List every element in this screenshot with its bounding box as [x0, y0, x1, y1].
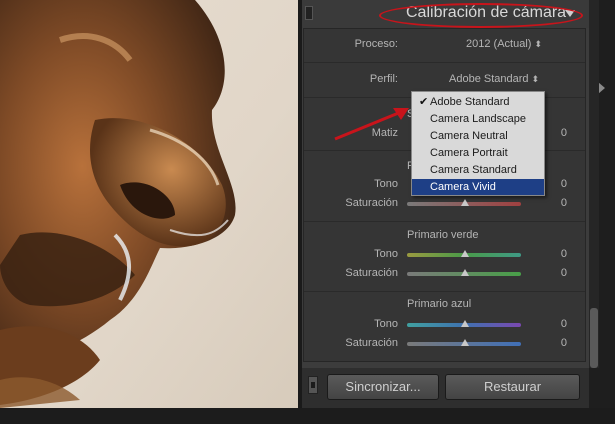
blue-sat-value: 0	[560, 337, 567, 349]
solo-toggle[interactable]	[305, 6, 313, 20]
red-sat-label: Saturación	[345, 197, 398, 209]
green-hue-thumb[interactable]	[461, 250, 469, 257]
divider	[304, 62, 585, 63]
blue-saturation-thumb[interactable]	[461, 339, 469, 346]
menu-item-camera-landscape[interactable]: Camera Landscape	[412, 111, 544, 127]
profile-select[interactable]: Adobe Standard ⬍	[449, 73, 539, 85]
updown-icon: ⬍	[534, 39, 543, 49]
menu-item-camera-neutral[interactable]: Camera Neutral	[412, 128, 544, 144]
menu-item-label: Camera Neutral	[430, 130, 508, 142]
profile-label: Perfil:	[369, 73, 398, 85]
profile-dropdown-menu[interactable]: ✔ Adobe Standard Camera Landscape Camera…	[411, 91, 545, 196]
green-sat-label: Saturación	[345, 267, 398, 279]
blue-primary-title: Primario azul	[407, 298, 472, 310]
photo-preview	[0, 0, 298, 408]
process-select[interactable]: 2012 (Actual) ⬍	[466, 38, 542, 50]
red-hue-label: Tono	[374, 178, 398, 190]
divider	[304, 221, 585, 222]
checkmark-icon: ✔	[419, 96, 429, 108]
menu-item-label: Adobe Standard	[430, 96, 510, 108]
green-sat-value: 0	[560, 267, 567, 279]
profile-value: Adobe Standard	[449, 73, 529, 85]
reset-button[interactable]: Restaurar	[445, 374, 580, 400]
annotation-oval	[379, 3, 583, 28]
green-saturation-thumb[interactable]	[461, 269, 469, 276]
blue-hue-value: 0	[560, 318, 567, 330]
blue-hue-thumb[interactable]	[461, 320, 469, 327]
sync-button[interactable]: Sincronizar...	[327, 374, 439, 400]
red-saturation-thumb[interactable]	[461, 199, 469, 206]
menu-item-label: Camera Landscape	[430, 113, 527, 125]
annotation-arrow-icon	[334, 108, 409, 141]
divider	[304, 291, 585, 292]
menu-item-label: Camera Portrait	[430, 147, 508, 159]
menu-item-camera-vivid[interactable]: Camera Vivid	[412, 179, 544, 195]
blue-hue-label: Tono	[374, 318, 398, 330]
process-label: Proceso:	[354, 38, 398, 50]
red-sat-value: 0	[560, 197, 567, 209]
green-hue-label: Tono	[374, 248, 398, 260]
menu-item-label: Camera Standard	[430, 164, 517, 176]
process-value: 2012 (Actual)	[466, 38, 532, 50]
expand-panel-arrow-icon[interactable]	[598, 82, 605, 94]
green-hue-value: 0	[560, 248, 567, 260]
filmstrip-edge	[0, 408, 615, 424]
menu-item-camera-portrait[interactable]: Camera Portrait	[412, 145, 544, 161]
sync-toggle-switch[interactable]	[308, 376, 318, 394]
scrollbar-thumb[interactable]	[590, 308, 598, 368]
menu-item-camera-standard[interactable]: Camera Standard	[412, 162, 544, 178]
green-primary-title: Primario verde	[407, 229, 479, 241]
menu-item-label: Camera Vivid	[430, 181, 496, 193]
updown-icon: ⬍	[531, 74, 540, 84]
blue-sat-label: Saturación	[345, 337, 398, 349]
menu-item-adobe-standard[interactable]: ✔ Adobe Standard	[412, 94, 544, 110]
